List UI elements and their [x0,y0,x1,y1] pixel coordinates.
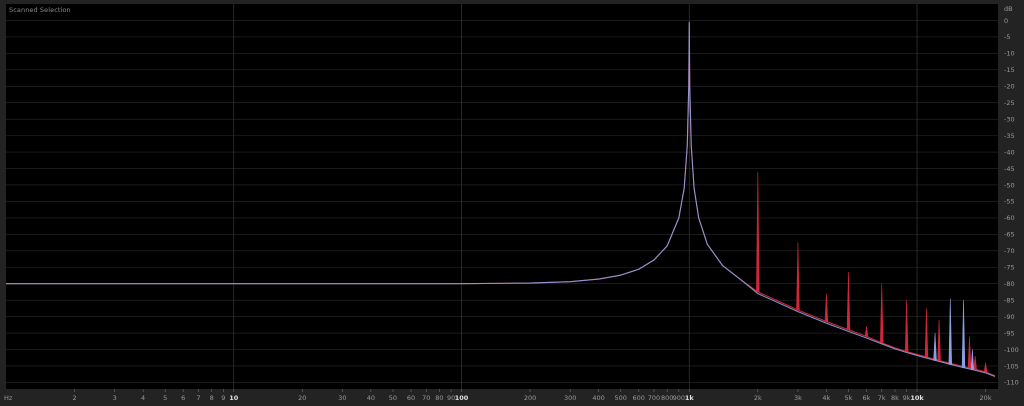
y-tick-label: -40 [1004,148,1015,156]
y-tick-label: -105 [1004,362,1019,370]
x-tick-label: 30 [338,394,346,402]
x-tick-label: 600 [633,394,645,402]
x-tick-label: 4 [141,394,145,402]
x-tick-label: 5 [163,394,167,402]
y-tick-label: -20 [1004,83,1015,91]
y-tick-label: -15 [1004,66,1015,74]
x-tick-label: 300 [564,394,576,402]
x-tick-label: 10k [910,394,924,402]
x-tick-label: 6k [863,394,871,402]
y-tick-label: -95 [1004,329,1015,337]
x-tick-label: 800 [661,394,673,402]
x-tick-label: 70 [422,394,430,402]
y-tick-label: -65 [1004,231,1015,239]
x-tick-label: 9 [221,394,225,402]
y-tick-label: -55 [1004,198,1015,206]
y-tick-label: -30 [1004,115,1015,123]
y-tick-label: 0 [1004,17,1008,25]
y-tick-label: -45 [1004,165,1015,173]
x-tick-label: 500 [614,394,626,402]
x-tick-label: 700 [648,394,660,402]
y-tick-label: -90 [1004,313,1015,321]
x-axis: Hz 2 3 4 5 6 7 8 9 10 20 30 40 50 60 70 80 90 100 200 300 40… [4,389,992,402]
x-tick-label: 5k [844,394,852,402]
y-tick-label: -50 [1004,181,1015,189]
x-tick-label: 10 [229,394,239,402]
y-tick-label: -85 [1004,296,1015,304]
x-tick-label: 6 [181,394,185,402]
x-tick-label: 2k [754,394,762,402]
spectrum-chart: Hz 2 3 4 5 6 7 8 9 10 20 30 40 50 60 70 80 90 100 200 300 40… [4,4,1019,402]
x-tick-label: 7 [196,394,200,402]
y-tick-label: -5 [1004,33,1010,41]
spectrum-window: Hz 2 3 4 5 6 7 8 9 10 20 30 40 50 60 70 80 90 100 200 300 40… [0,0,1024,406]
x-tick-label: 50 [389,394,397,402]
x-unit-label: Hz [4,394,13,402]
x-tick-label: 20k [980,394,992,402]
y-tick-label: -110 [1004,379,1019,387]
x-tick-label: 1k [685,394,695,402]
y-tick-label: -100 [1004,346,1019,354]
y-tick-label: -10 [1004,50,1015,58]
x-tick-label: 80 [435,394,443,402]
x-tick-label: 3 [113,394,117,402]
x-tick-label: 2 [72,394,76,402]
x-tick-label: 8 [210,394,214,402]
x-tick-label: 40 [367,394,375,402]
x-tick-label: 400 [592,394,604,402]
panel-title: Scanned Selection [9,6,71,14]
y-tick-label: -25 [1004,99,1015,107]
x-tick-label: 3k [794,394,802,402]
x-tick-label: 8k [891,394,899,402]
y-tick-label: -75 [1004,264,1015,272]
x-tick-label: 60 [407,394,415,402]
x-tick-label: 7k [878,394,886,402]
y-tick-label: -60 [1004,214,1015,222]
y-tick-label: -35 [1004,132,1015,140]
y-axis: dB 0 -5 -10 -15 -20 -25 -30 -35 -40 -45 -50 -55 -60 -… [1004,5,1019,387]
x-tick-label: 4k [822,394,830,402]
y-unit-label: dB [1004,5,1013,13]
x-tick-label: 900 [673,394,685,402]
x-tick-label: 200 [524,394,536,402]
y-tick-label: -70 [1004,247,1015,255]
x-tick-label: 20 [298,394,306,402]
x-tick-label: 100 [455,394,469,402]
y-tick-label: -80 [1004,280,1015,288]
